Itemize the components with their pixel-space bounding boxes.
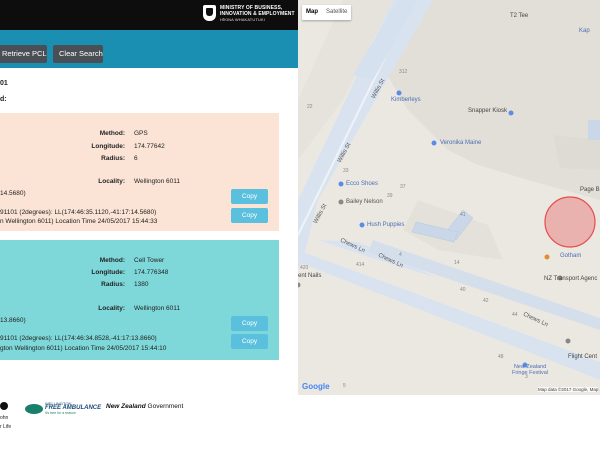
copy-location-button[interactable]: Copy [231, 334, 268, 349]
address-number: 312 [399, 69, 408, 75]
address-number: 420 [300, 265, 309, 271]
retrieve-pcl-button[interactable]: Retrieve PCL [0, 45, 47, 63]
address-number: 37 [400, 184, 406, 190]
partner-logo-icon [0, 402, 8, 410]
place-fringe-line2: Fringe Festival [512, 370, 549, 376]
wfa-tagline: it's free for a reason [45, 411, 76, 415]
method-label: Method: [99, 257, 125, 264]
partner-logo-tagline: r Life [0, 424, 12, 430]
method-value: Cell Tower [134, 257, 165, 264]
address-number: 4 [399, 252, 402, 258]
ambulance-badge-icon [25, 403, 43, 414]
map-data-attribution[interactable]: Map data ©2017 Google, Map [538, 387, 599, 392]
clear-search-button[interactable]: Clear Search [53, 45, 103, 63]
map-canvas[interactable] [298, 0, 600, 395]
radius-label: Radius: [101, 155, 125, 162]
address-number: 14 [454, 260, 460, 266]
method-label: Method: [99, 130, 125, 137]
address-number: 414 [356, 262, 365, 268]
place-nz-transport-agency[interactable]: NZ Transport Agenc [544, 276, 597, 282]
result-subheading: d: [0, 96, 7, 103]
crest-icon [203, 5, 216, 21]
map-type-satellite-button[interactable]: Satellite [322, 5, 351, 20]
address-number: 33 [343, 168, 349, 174]
radius-value: 1380 [134, 281, 149, 288]
method-value: GPS [134, 130, 148, 137]
place-gotham[interactable]: Gotham [560, 253, 581, 259]
place-page-b[interactable]: Page B [580, 187, 600, 193]
top-header-bar: MINISTRY OF BUSINESS, INNOVATION & EMPLO… [0, 0, 298, 30]
place-hush-puppies[interactable]: Hush Puppies [367, 222, 404, 228]
nz-gov-suffix: Government [147, 403, 184, 410]
location-card-gps: Method: GPS Longitude: 174.77642 Radius:… [0, 113, 279, 231]
copy-coordinates-button[interactable]: Copy [231, 189, 268, 204]
place-fringe-festival[interactable]: New Zealand Fringe Festival [512, 364, 548, 376]
coord-fragment: 14.5680) [0, 190, 26, 197]
wellington-free-ambulance-logo: WELLINGTON FREE AMBULANCE it's free for … [25, 401, 101, 416]
locality-value: Wellington 6011 [134, 178, 181, 185]
address-number: 42 [483, 298, 489, 304]
longitude-label: Longitude: [91, 269, 125, 276]
address-number: 3 [525, 374, 528, 380]
result-heading: 01 [0, 80, 8, 87]
ministry-name: MINISTRY OF BUSINESS, INNOVATION & EMPLO… [220, 5, 295, 23]
place-kimberleys[interactable]: Kimberleys [391, 97, 421, 103]
address-number: 39 [387, 193, 393, 199]
map-view[interactable]: Willis St Willis St Willis St Chews Ln C… [298, 0, 600, 395]
longitude-value: 174.776348 [134, 269, 169, 276]
location-line1: 91101 (2degrees): LL(174:46:35.1120,-41:… [0, 209, 157, 216]
ministry-line3: HĪKINA WHAKATUTUKI [220, 17, 265, 22]
google-logo[interactable]: Google [302, 382, 330, 391]
address-number: 41 [460, 212, 466, 218]
address-number: 48 [498, 354, 504, 360]
coord-fragment: 13.8660) [0, 317, 26, 324]
location-line2: gton Wellington 6011) Location Time 24/0… [0, 345, 167, 352]
place-nails[interactable]: ent Nails [298, 273, 321, 279]
location-radius-circle [544, 196, 596, 248]
map-type-map-button[interactable]: Map [302, 5, 322, 20]
radius-label: Radius: [101, 281, 125, 288]
place-snapper-kiosk[interactable]: Snapper Kiosk [468, 108, 507, 114]
place-kap[interactable]: Kap [579, 28, 590, 34]
nz-government-logo: New Zealand Government [106, 403, 183, 410]
nz-gov-prefix: New Zealand [106, 403, 146, 410]
locality-value: Wellington 6011 [134, 305, 181, 312]
address-number: 44 [512, 312, 518, 318]
place-ecco-shoes[interactable]: Ecco Shoes [346, 181, 378, 187]
address-number: 22 [307, 104, 313, 110]
place-bailey-nelson[interactable]: Bailey Nelson [346, 199, 383, 205]
locality-label: Locality: [98, 178, 125, 185]
location-line2: n Wellington 6011) Location Time 24/05/2… [0, 218, 158, 225]
radius-value: 6 [134, 155, 138, 162]
locality-label: Locality: [98, 305, 125, 312]
place-veronika-maine[interactable]: Veronika Maine [440, 140, 481, 146]
longitude-value: 174.77642 [134, 143, 165, 150]
copy-location-button[interactable]: Copy [231, 208, 268, 223]
longitude-label: Longitude: [91, 143, 125, 150]
address-number: 5 [343, 383, 346, 389]
partner-logo-text: ohn [0, 415, 9, 421]
copy-coordinates-button[interactable]: Copy [231, 316, 268, 331]
ministry-logo: MINISTRY OF BUSINESS, INNOVATION & EMPLO… [203, 5, 295, 23]
location-card-cell-tower: Method: Cell Tower Longitude: 174.776348… [0, 240, 279, 360]
location-line1: 91101 (2degrees): LL(174:46:34.8528,-41:… [0, 335, 157, 342]
address-number: 40 [460, 287, 466, 293]
place-t2-tee[interactable]: T2 Tee [510, 13, 528, 19]
place-flight-centre[interactable]: Flight Cent [568, 354, 597, 360]
map-type-control: Map Satellite [302, 5, 352, 20]
